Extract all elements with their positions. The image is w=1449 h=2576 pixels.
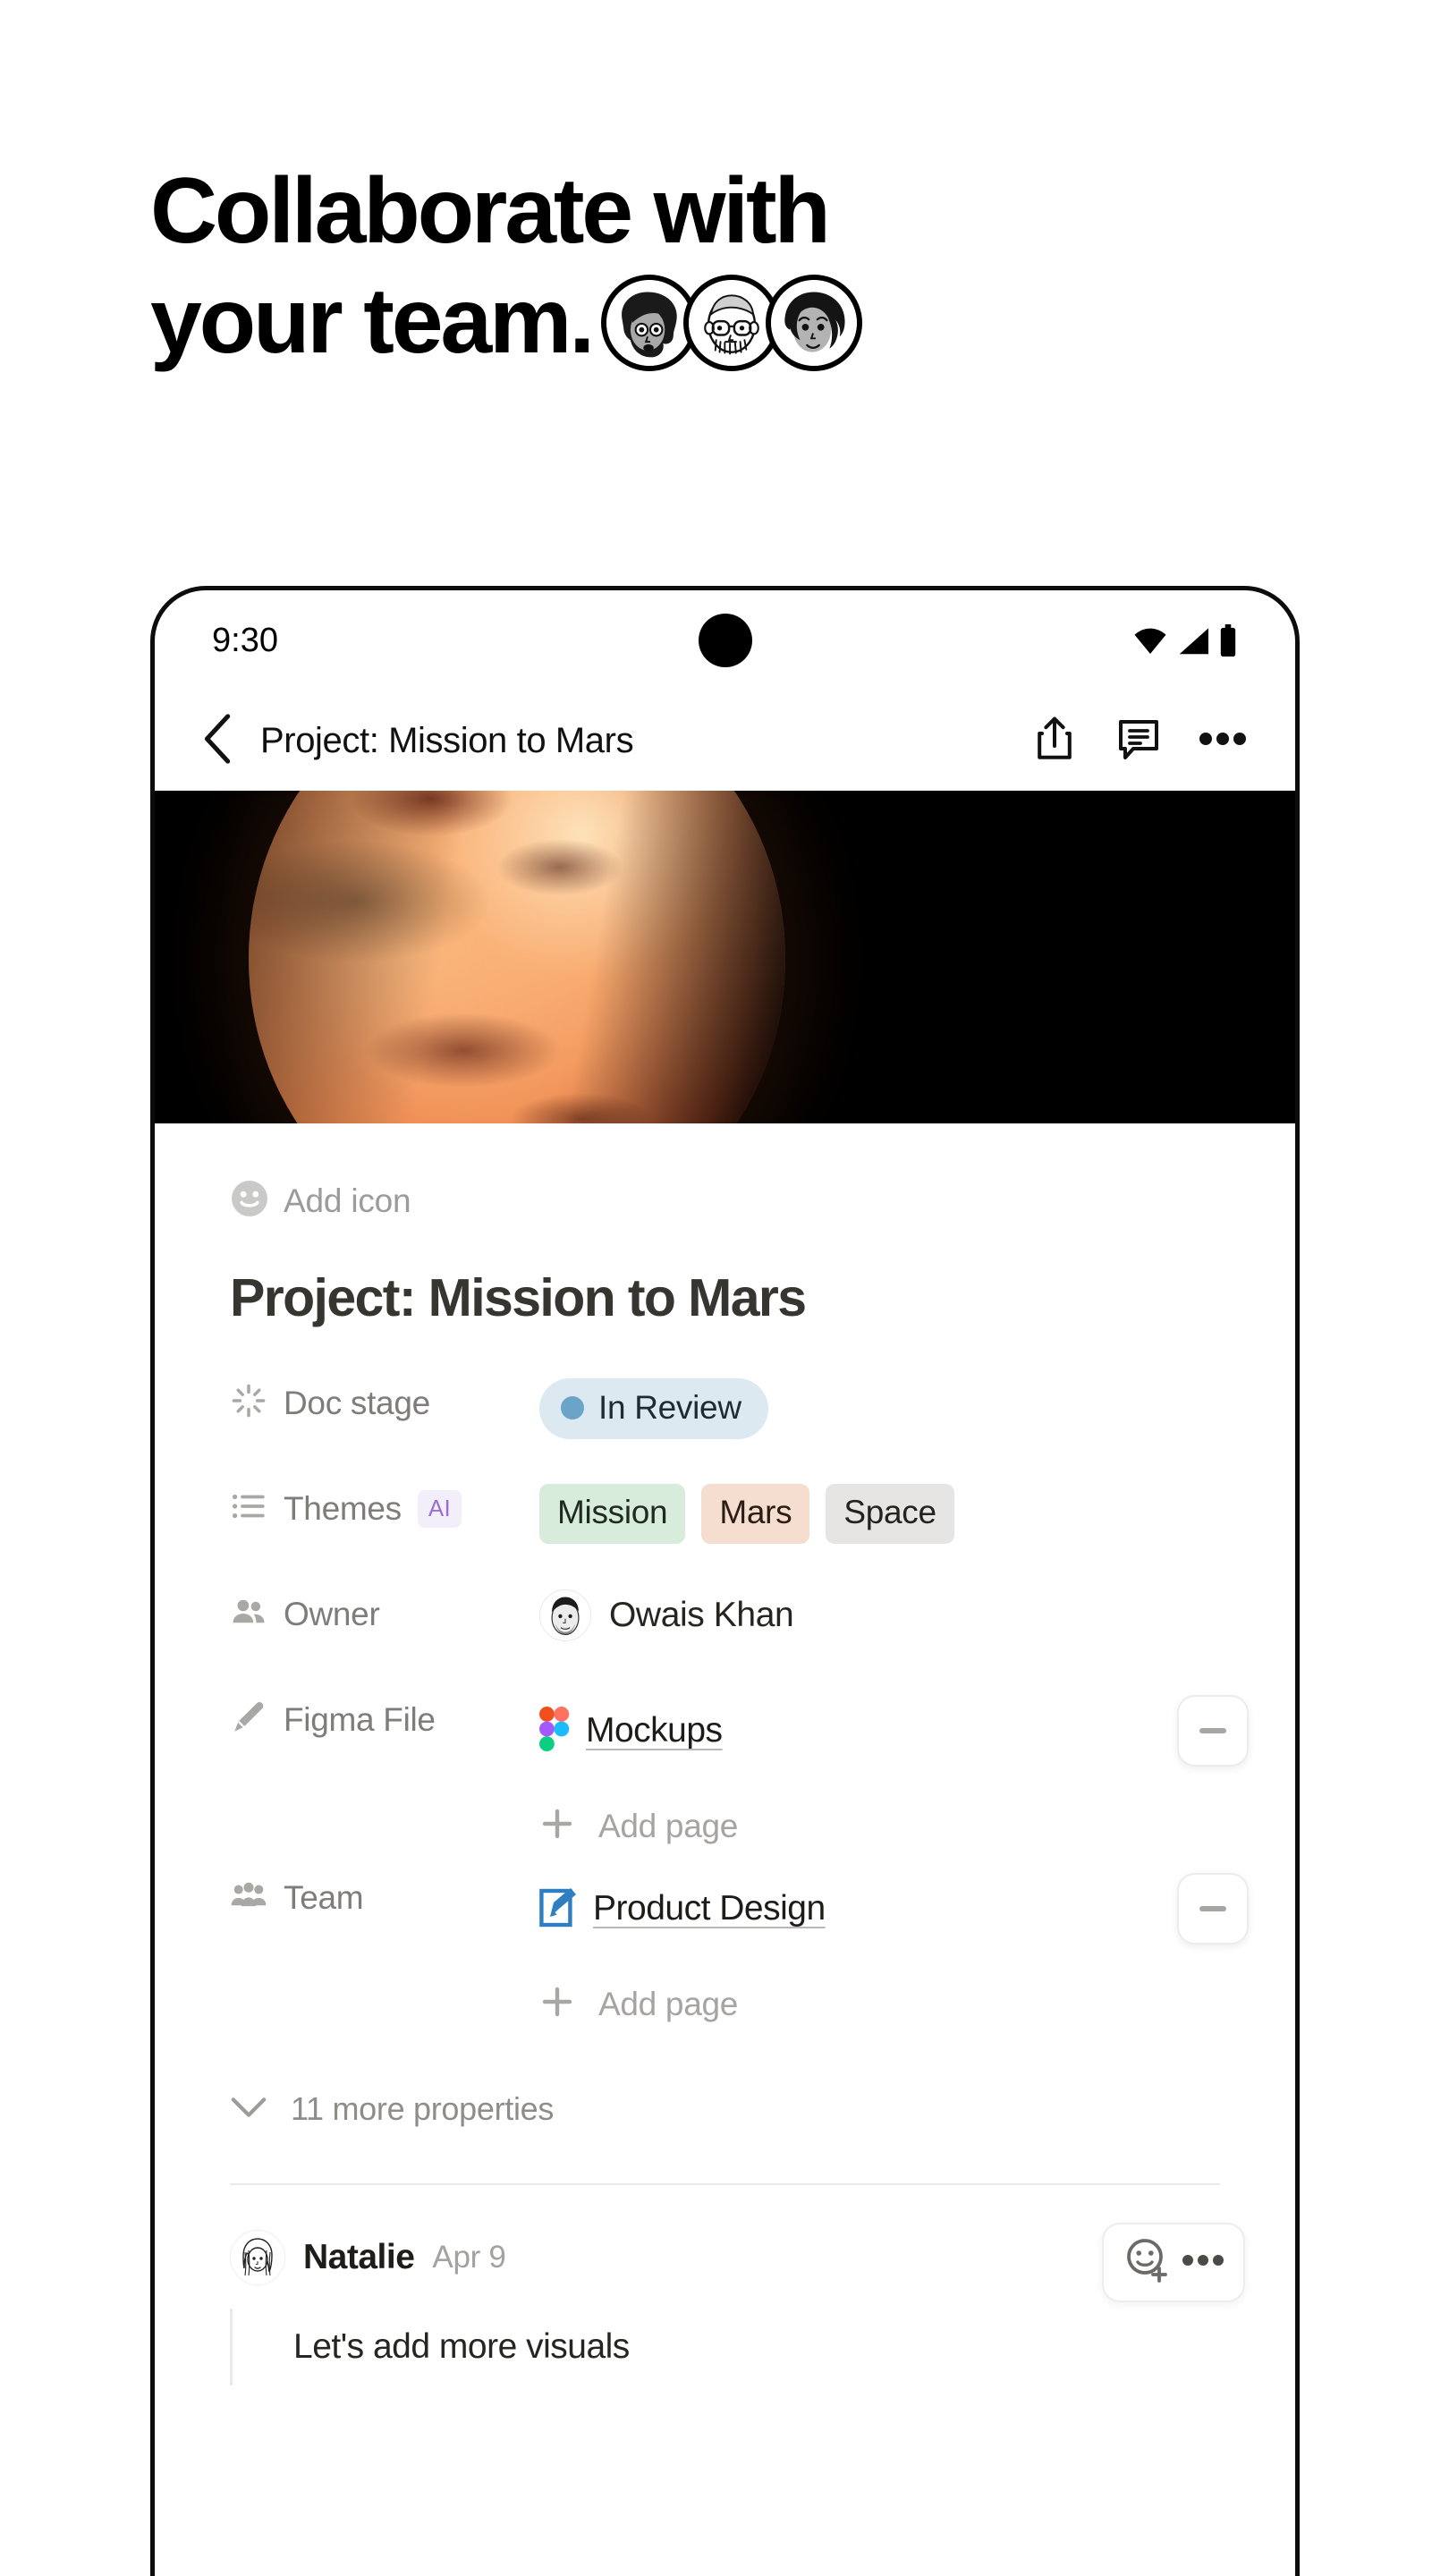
edit-document-icon — [539, 1886, 577, 1932]
property-label-text: Team — [284, 1878, 364, 1916]
pen-icon — [230, 1699, 267, 1741]
ai-badge: AI — [417, 1489, 462, 1528]
add-page-button-team[interactable]: Add page — [230, 1975, 1295, 2047]
share-button[interactable] — [1030, 716, 1079, 765]
add-icon-label: Add icon — [284, 1182, 411, 1219]
property-row-owner[interactable]: Owner Owais Khan — [230, 1586, 1295, 1691]
comment-icon — [1117, 716, 1160, 766]
add-reaction-icon — [1123, 2239, 1168, 2287]
document-title[interactable]: Project: Mission to Mars — [155, 1223, 1295, 1328]
theme-tag[interactable]: Space — [826, 1484, 954, 1544]
add-page-button-figma[interactable]: Add page — [230, 1797, 1295, 1869]
properties-list: Doc stage In Review Themes AI Mission Ma… — [155, 1328, 1295, 2047]
status-bar: 9:30 — [155, 590, 1295, 691]
add-page-label: Add page — [598, 1807, 739, 1844]
document-body: Add icon Project: Mission to Mars Doc st… — [155, 1123, 1295, 2385]
property-value-doc-stage[interactable]: In Review — [539, 1375, 1295, 1439]
comment-button[interactable] — [1114, 716, 1163, 765]
minus-icon — [1199, 1906, 1226, 1911]
more-horizontal-icon — [1182, 2255, 1224, 2271]
camera-punch-hole — [698, 614, 752, 667]
status-badge[interactable]: In Review — [539, 1378, 768, 1439]
property-label-owner: Owner — [230, 1586, 539, 1635]
comment-text: Let's add more visuals — [293, 2327, 630, 2366]
status-dot-icon — [561, 1396, 584, 1419]
property-value-owner[interactable]: Owais Khan — [539, 1586, 1295, 1641]
property-label-text: Figma File — [284, 1700, 436, 1738]
property-label-text: Themes — [284, 1489, 402, 1527]
status-text: In Review — [598, 1389, 741, 1426]
figma-file-name: Mockups — [586, 1711, 723, 1750]
smiley-icon — [230, 1179, 269, 1223]
comment-actions — [1102, 2223, 1245, 2302]
app-bar-actions — [1030, 716, 1247, 765]
figma-file-link[interactable]: Mockups — [539, 1706, 723, 1756]
minus-icon — [1199, 1728, 1226, 1733]
headline-line-1: Collaborate with — [150, 159, 831, 263]
chevron-left-icon — [201, 713, 237, 769]
status-time: 9:30 — [212, 621, 278, 659]
app-bar: Project: Mission to Mars — [155, 691, 1295, 791]
hero-headline: Collaborate with your team. — [150, 157, 1331, 376]
wifi-icon — [1132, 625, 1168, 656]
avatar-cluster — [600, 275, 862, 372]
more-properties-toggle[interactable]: 11 more properties — [155, 2047, 1295, 2128]
more-options-button[interactable] — [1199, 716, 1247, 765]
group-icon — [230, 1877, 267, 1919]
theme-tag[interactable]: Mission — [539, 1484, 686, 1544]
chevron-down-icon — [230, 2094, 267, 2125]
dark-hair-person-avatar — [765, 275, 862, 372]
plus-icon — [539, 1806, 575, 1846]
property-row-figma-file[interactable]: Figma File Mockups — [230, 1691, 1295, 1797]
comment-item: Natalie Apr 9 Let's add more visuals — [155, 2185, 1295, 2385]
more-properties-label: 11 more properties — [291, 2090, 555, 2127]
headline-line-2: your team. — [150, 268, 595, 373]
add-reaction-button[interactable] — [1123, 2237, 1168, 2288]
share-icon — [1034, 716, 1075, 767]
property-value-team[interactable]: Product Design — [539, 1869, 1295, 1945]
add-page-label: Add page — [598, 1985, 739, 2022]
property-row-team[interactable]: Team Product Design — [230, 1869, 1295, 1975]
mars-shadow-overlay — [249, 791, 785, 1123]
more-horizontal-icon — [1199, 731, 1246, 751]
comment-date: Apr 9 — [432, 2240, 506, 2275]
list-icon — [230, 1487, 267, 1530]
add-icon-button[interactable]: Add icon — [155, 1123, 1295, 1223]
status-icons — [1132, 624, 1238, 657]
property-label-themes: Themes AI — [230, 1480, 539, 1530]
property-label-doc-stage: Doc stage — [230, 1375, 539, 1424]
page-root: Collaborate with your team. 9:30 Project… — [0, 0, 1449, 2576]
theme-tag[interactable]: Mars — [701, 1484, 810, 1544]
property-label-text: Owner — [284, 1595, 380, 1632]
team-link[interactable]: Product Design — [539, 1886, 826, 1932]
property-label-text: Doc stage — [284, 1384, 430, 1421]
spinner-icon — [230, 1382, 267, 1424]
property-label-team: Team — [230, 1869, 539, 1919]
property-label-figma-file: Figma File — [230, 1691, 539, 1741]
remove-figma-file-button[interactable] — [1177, 1695, 1249, 1767]
plus-icon — [539, 1984, 575, 2024]
phone-mockup: 9:30 Project: Mission to Mars Add icon P… — [150, 586, 1300, 2576]
remove-team-button[interactable] — [1177, 1873, 1249, 1945]
team-name: Product Design — [593, 1889, 826, 1928]
back-button[interactable] — [185, 707, 253, 775]
signal-icon — [1176, 625, 1210, 656]
comment-author: Natalie — [303, 2238, 415, 2276]
property-row-doc-stage[interactable]: Doc stage In Review — [230, 1375, 1295, 1480]
property-value-themes[interactable]: Mission Mars Space — [539, 1480, 1295, 1544]
owais-khan-avatar — [539, 1589, 591, 1641]
owner-name: Owais Khan — [609, 1596, 794, 1634]
cover-banner[interactable] — [155, 791, 1295, 1123]
natalie-avatar — [230, 2230, 285, 2285]
comment-more-button[interactable] — [1182, 2253, 1224, 2272]
comment-body: Let's add more visuals — [230, 2309, 1295, 2385]
property-value-figma-file[interactable]: Mockups — [539, 1691, 1295, 1767]
property-row-themes[interactable]: Themes AI Mission Mars Space — [230, 1480, 1295, 1586]
battery-icon — [1218, 624, 1238, 657]
owner-person[interactable]: Owais Khan — [539, 1589, 794, 1641]
figma-logo-icon — [539, 1706, 570, 1756]
people-icon — [230, 1593, 267, 1635]
page-title: Project: Mission to Mars — [260, 720, 634, 760]
